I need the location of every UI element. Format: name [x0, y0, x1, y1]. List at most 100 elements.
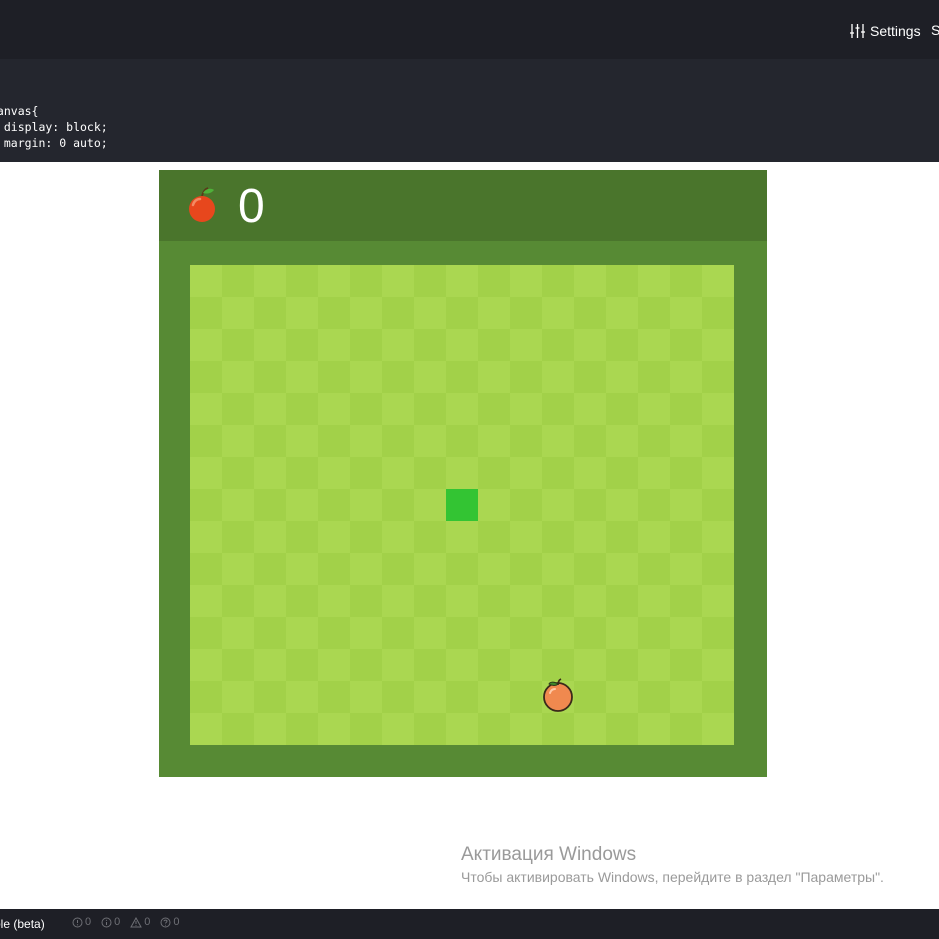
board-tile: [670, 265, 702, 297]
board-tile: [446, 649, 478, 681]
css-editor[interactable]: canvas{ display: block; margin: 0 auto;: [0, 59, 939, 162]
board-tile: [542, 489, 574, 521]
board-tile: [702, 681, 734, 713]
board-tile: [350, 649, 382, 681]
board-tile: [478, 649, 510, 681]
board-tile: [222, 425, 254, 457]
board-tile: [318, 425, 350, 457]
code-line: display: block;: [0, 120, 108, 134]
board-tile: [446, 361, 478, 393]
board-tile: [190, 361, 222, 393]
board-tile: [318, 489, 350, 521]
board-tile: [190, 393, 222, 425]
board-tile: [574, 393, 606, 425]
board-tile: [382, 713, 414, 745]
board-tile: [446, 617, 478, 649]
board-tile: [318, 553, 350, 585]
board-tile: [542, 329, 574, 361]
board-tile: [510, 681, 542, 713]
code-line: margin: 0 auto;: [0, 136, 108, 150]
console-tab[interactable]: sole (beta): [0, 917, 45, 931]
log-counter[interactable]: 0: [160, 916, 180, 928]
board-tile: [318, 361, 350, 393]
board-tile: [350, 553, 382, 585]
board-tile: [670, 649, 702, 681]
board-tile: [670, 329, 702, 361]
board-tile: [222, 329, 254, 361]
board-tile: [222, 713, 254, 745]
info-count: 0: [114, 916, 121, 928]
board-tile: [574, 265, 606, 297]
error-counter[interactable]: 0: [72, 916, 91, 928]
board-tile: [606, 617, 638, 649]
warning-counter[interactable]: 0: [130, 916, 150, 928]
console-counters[interactable]: 0 0 0 0: [72, 916, 180, 928]
info-counter[interactable]: 0: [101, 916, 120, 928]
board-tile: [702, 361, 734, 393]
board-tile: [638, 297, 670, 329]
board-tile: [478, 361, 510, 393]
board-tile: [478, 393, 510, 425]
board-tile: [382, 585, 414, 617]
board-tile: [222, 265, 254, 297]
board-tile: [638, 329, 670, 361]
board-tile: [478, 457, 510, 489]
board-tile: [414, 489, 446, 521]
board-tile: [222, 617, 254, 649]
board-tile: [254, 265, 286, 297]
settings-button[interactable]: Settings: [849, 20, 921, 42]
board-tile: [446, 681, 478, 713]
board-tile: [254, 297, 286, 329]
board-tile: [254, 713, 286, 745]
board-tile: [478, 617, 510, 649]
board-tile: [574, 713, 606, 745]
board-tile: [670, 457, 702, 489]
watermark-text: Чтобы активировать Windows, перейдите в …: [461, 869, 884, 885]
board-tile: [702, 489, 734, 521]
snake-game[interactable]: 0: [159, 170, 767, 777]
board-tile: [286, 425, 318, 457]
board-tile: [478, 521, 510, 553]
board-tile: [318, 681, 350, 713]
board-tile: [574, 297, 606, 329]
board-tile: [702, 329, 734, 361]
game-board[interactable]: [190, 265, 736, 746]
snake-segment: [446, 489, 478, 521]
board-tile: [638, 553, 670, 585]
score-value: 0: [238, 180, 265, 233]
board-tile: [350, 393, 382, 425]
board-tile: [254, 617, 286, 649]
board-tile: [702, 649, 734, 681]
board-tile: [542, 393, 574, 425]
error-count: 0: [85, 916, 92, 928]
board-tile: [638, 393, 670, 425]
board-tile: [190, 521, 222, 553]
board-tile: [414, 617, 446, 649]
board-tile: [414, 329, 446, 361]
board-tile: [638, 585, 670, 617]
board-tile: [190, 713, 222, 745]
board-tile: [606, 361, 638, 393]
board-tile: [318, 265, 350, 297]
board-tile: [638, 489, 670, 521]
top-toolbar: Settings S: [0, 0, 939, 59]
board-tile: [286, 649, 318, 681]
board-tile: [702, 521, 734, 553]
board-tile: [286, 553, 318, 585]
board-tile: [670, 681, 702, 713]
board-tile: [574, 553, 606, 585]
windows-activation-watermark: Активация Windows Чтобы активировать Win…: [461, 844, 884, 886]
board-tile: [574, 585, 606, 617]
next-toolbar-button[interactable]: S: [931, 22, 939, 38]
board-tile: [606, 585, 638, 617]
board-tile: [318, 393, 350, 425]
board-tile: [190, 425, 222, 457]
board-tile: [222, 553, 254, 585]
board-tile: [542, 297, 574, 329]
board-tile: [702, 297, 734, 329]
board-tile: [478, 585, 510, 617]
board-tile: [510, 265, 542, 297]
board-tile: [606, 681, 638, 713]
board-tile: [222, 361, 254, 393]
board-tile: [286, 617, 318, 649]
